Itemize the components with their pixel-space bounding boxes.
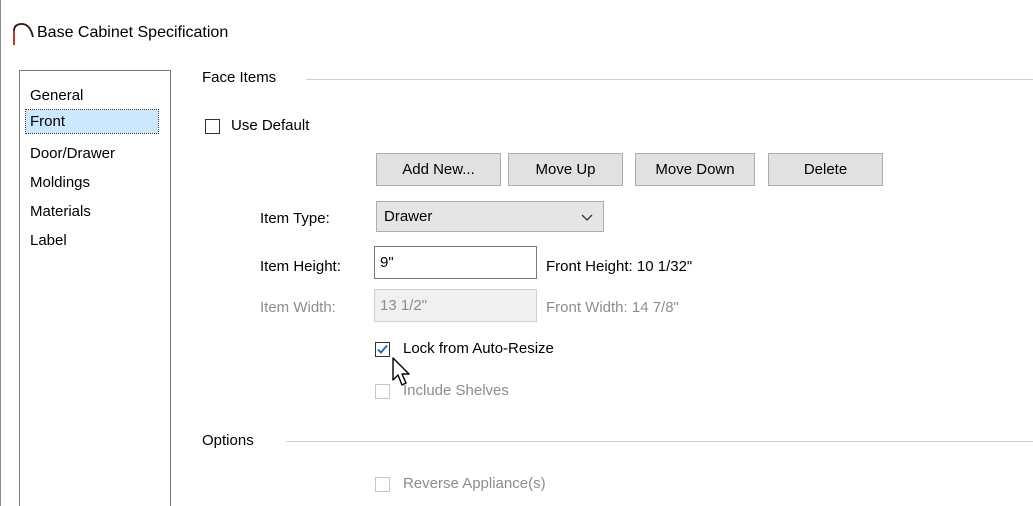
lock-auto-resize-label: Lock from Auto-Resize	[403, 340, 554, 357]
item-width-value: 13 1/2"	[380, 297, 428, 314]
face-items-divider	[306, 79, 1033, 80]
sidebar-item-general[interactable]: General	[26, 84, 87, 107]
move-up-button[interactable]: Move Up	[508, 153, 623, 186]
move-down-button[interactable]: Move Down	[635, 153, 755, 186]
cabinet-arch-icon	[13, 22, 34, 45]
item-height-value: 9"	[380, 254, 394, 271]
dialog-body: General Front Door/Drawer Moldings Mater…	[16, 64, 1033, 506]
title-bar: Base Cabinet Specification	[1, 0, 1033, 64]
options-group-title: Options	[202, 432, 262, 449]
item-height-input[interactable]: 9"	[374, 246, 537, 279]
sidebar-item-moldings[interactable]: Moldings	[26, 171, 94, 194]
item-width-input[interactable]: 13 1/2"	[374, 289, 537, 322]
reverse-appliances-label: Reverse Appliance(s)	[403, 475, 546, 492]
use-default-label: Use Default	[231, 117, 310, 134]
face-items-group-title: Face Items	[202, 69, 285, 86]
sidebar-item-materials[interactable]: Materials	[26, 200, 95, 223]
sidebar-item-door-drawer[interactable]: Door/Drawer	[26, 142, 119, 165]
sidebar-item-label[interactable]: Label	[26, 229, 71, 252]
item-height-label: Item Height:	[260, 258, 341, 275]
delete-button[interactable]: Delete	[768, 153, 883, 186]
sidebar-item-front[interactable]: Front	[25, 109, 159, 134]
reverse-appliances-checkbox[interactable]	[375, 477, 390, 492]
item-type-select[interactable]: Drawer	[376, 201, 604, 232]
window-title: Base Cabinet Specification	[37, 24, 229, 41]
include-shelves-checkbox[interactable]	[375, 384, 390, 399]
use-default-checkbox[interactable]	[205, 119, 220, 134]
item-type-value: Drawer	[384, 208, 433, 225]
lock-auto-resize-checkbox[interactable]	[375, 342, 390, 357]
front-height-readout: Front Height: 10 1/32"	[546, 258, 693, 275]
add-new-button[interactable]: Add New...	[376, 153, 501, 186]
include-shelves-label: Include Shelves	[403, 382, 509, 399]
front-width-readout: Front Width: 14 7/8"	[546, 299, 679, 316]
dialog-window: Base Cabinet Specification General Front…	[0, 0, 1033, 506]
category-list[interactable]: General Front Door/Drawer Moldings Mater…	[19, 70, 171, 506]
item-type-label: Item Type:	[260, 210, 330, 227]
checkmark-icon	[377, 344, 388, 354]
options-divider	[286, 441, 1033, 442]
chevron-down-icon	[581, 214, 593, 221]
mouse-pointer-icon	[392, 357, 410, 386]
item-width-label: Item Width:	[260, 299, 336, 316]
